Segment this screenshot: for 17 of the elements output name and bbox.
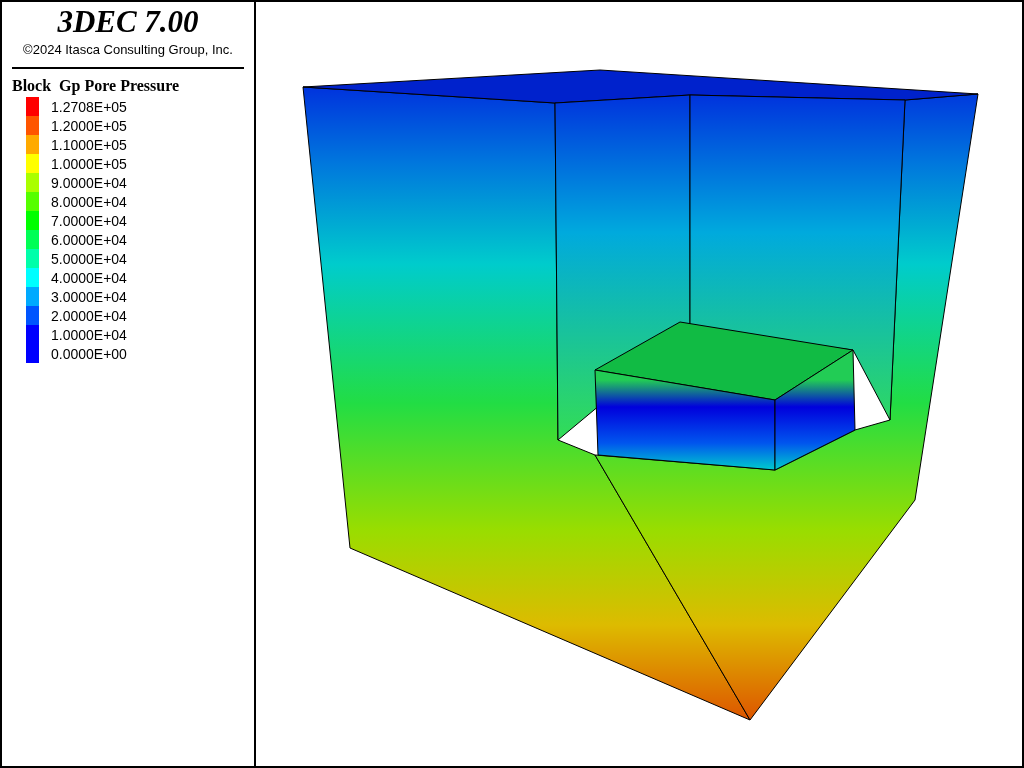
legend-title: Block Gp Pore Pressure — [12, 77, 181, 95]
legend-label: 3.0000E+04 — [51, 288, 127, 305]
copyright-text: ©2024 Itasca Consulting Group, Inc. — [22, 42, 234, 57]
legend-label: 1.2708E+05 — [51, 98, 127, 115]
legend-label: 7.0000E+04 — [51, 212, 127, 229]
legend-label: 5.0000E+04 — [51, 250, 127, 267]
legend-label: 1.1000E+05 — [51, 136, 127, 153]
legend-label: 1.2000E+05 — [51, 117, 127, 134]
legend-label: 8.0000E+04 — [51, 193, 127, 210]
legend-label: 0.0000E+00 — [51, 345, 127, 362]
legend-label: 9.0000E+04 — [51, 174, 127, 191]
legend-label: 6.0000E+04 — [51, 231, 127, 248]
legend-label: 1.0000E+05 — [51, 155, 127, 172]
legend-label: 4.0000E+04 — [51, 269, 127, 286]
program-title: 3DEC 7.00 — [56, 6, 200, 38]
legend-label: 2.0000E+04 — [51, 307, 127, 324]
legend-label: 1.0000E+04 — [51, 326, 127, 343]
